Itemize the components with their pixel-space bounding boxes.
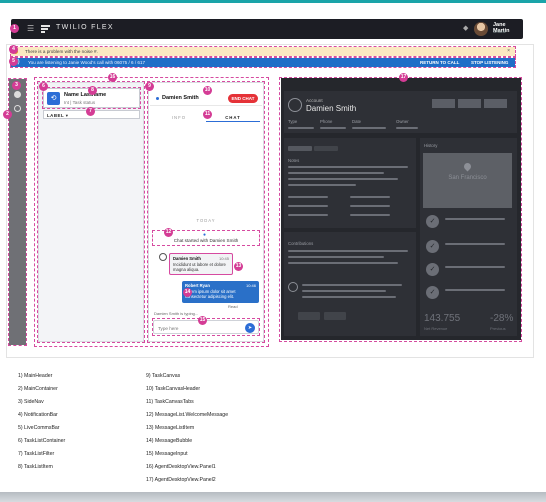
callout-badge: 3 [12, 81, 21, 90]
callout-badge: 6 [39, 82, 48, 91]
callout-badge: 8 [88, 86, 97, 95]
callout-badge: 9 [145, 82, 154, 91]
callout-badge: 5 [9, 57, 18, 66]
annotation-box [10, 57, 516, 68]
callout-badge: 2 [3, 110, 12, 119]
legend-item: 1) MainHeader [18, 373, 53, 379]
legend-item: 3) SideNav [18, 399, 44, 405]
bell-icon[interactable]: ◆ [463, 25, 468, 33]
annotation-box [279, 77, 522, 342]
callout-badge: 12 [164, 228, 173, 237]
agent-status: Online [493, 29, 507, 34]
legend-item: 11) TaskCanvasTabs [146, 399, 194, 405]
page: ☰ TWILIO FLEX ◆ Jane Martin Online ! The… [0, 0, 546, 502]
main-header: ☰ TWILIO FLEX ◆ Jane Martin Online [11, 19, 523, 39]
legend-item: 8) TaskListItem [18, 464, 53, 470]
twilio-logo-icon [41, 25, 50, 33]
legend-right: 9) TaskCanvas 10) TaskCanvasHeader 11) T… [146, 370, 228, 487]
bottom-band [0, 492, 546, 502]
legend-item: 13) MessageListItem [146, 425, 195, 431]
hamburger-icon[interactable]: ☰ [27, 25, 35, 33]
callout-badge: 10 [203, 86, 212, 95]
legend-item: 4) NotificationBar [18, 412, 58, 418]
callout-badge: 11 [203, 110, 212, 119]
legend-item: 5) LiveCommsBar [18, 425, 60, 431]
callout-badge: 17 [399, 73, 408, 82]
legend-item: 7) TaskListFilter [18, 451, 55, 457]
legend-item: 2) MainContainer [18, 386, 58, 392]
callout-badge: 7 [86, 107, 95, 116]
legend-item: 12) MessageList.WelcomeMessage [146, 412, 229, 418]
annotation-box [37, 81, 145, 343]
annotation-box [147, 81, 265, 343]
annotation-box [8, 78, 27, 346]
legend-item: 10) TaskCanvasHeader [146, 386, 201, 392]
callout-badge: 13 [234, 262, 243, 271]
callout-badge: 1 [10, 24, 19, 33]
annotation-box [10, 46, 516, 57]
legend-item: 17) AgentDesktopView.Panel2 [146, 477, 216, 483]
callout-badge: 14 [183, 288, 192, 297]
avatar[interactable] [474, 22, 488, 36]
top-accent-line [0, 0, 546, 3]
legend-item: 16) AgentDesktopView.Panel1 [146, 464, 216, 470]
legend-item: 14) MessageBubble [146, 438, 193, 444]
app-title: TWILIO FLEX [56, 24, 114, 31]
legend-item: 15) MessageInput [146, 451, 188, 457]
legend-item: 6) TaskListContainer [18, 438, 66, 444]
callout-badge: 15 [198, 316, 207, 325]
callout-badge: 16 [108, 73, 117, 82]
legend-left: 1) MainHeader 2) MainContainer 3) SideNa… [18, 370, 65, 474]
legend-item: 9) TaskCanvas [146, 373, 181, 379]
callout-badge: 4 [9, 45, 18, 54]
